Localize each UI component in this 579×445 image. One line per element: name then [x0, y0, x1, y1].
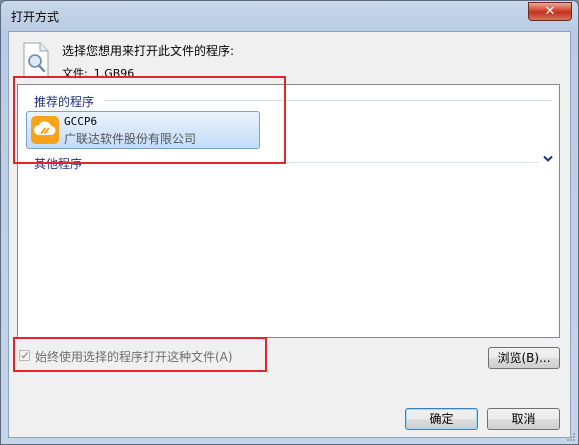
chevron-down-icon[interactable] [543, 155, 553, 163]
annotation-box-recommended [13, 76, 286, 164]
open-with-dialog: 打开方式 ✕ 选择您想用来打开此文件的程序: 文件: 1.GB96 推荐的程序 G… [0, 0, 579, 445]
file-search-icon [23, 42, 49, 78]
close-button[interactable]: ✕ [528, 2, 572, 21]
prompt-text: 选择您想用来打开此文件的程序: [62, 44, 235, 58]
browse-button[interactable]: 浏览(B)... [488, 347, 560, 369]
cancel-button[interactable]: 取消 [487, 408, 560, 430]
title-bar: 打开方式 ✕ [1, 1, 578, 31]
ok-button[interactable]: 确定 [405, 408, 478, 430]
annotation-box-always-use [13, 337, 267, 372]
window-title: 打开方式 [11, 10, 60, 24]
resize-grip-icon[interactable] [566, 432, 576, 442]
